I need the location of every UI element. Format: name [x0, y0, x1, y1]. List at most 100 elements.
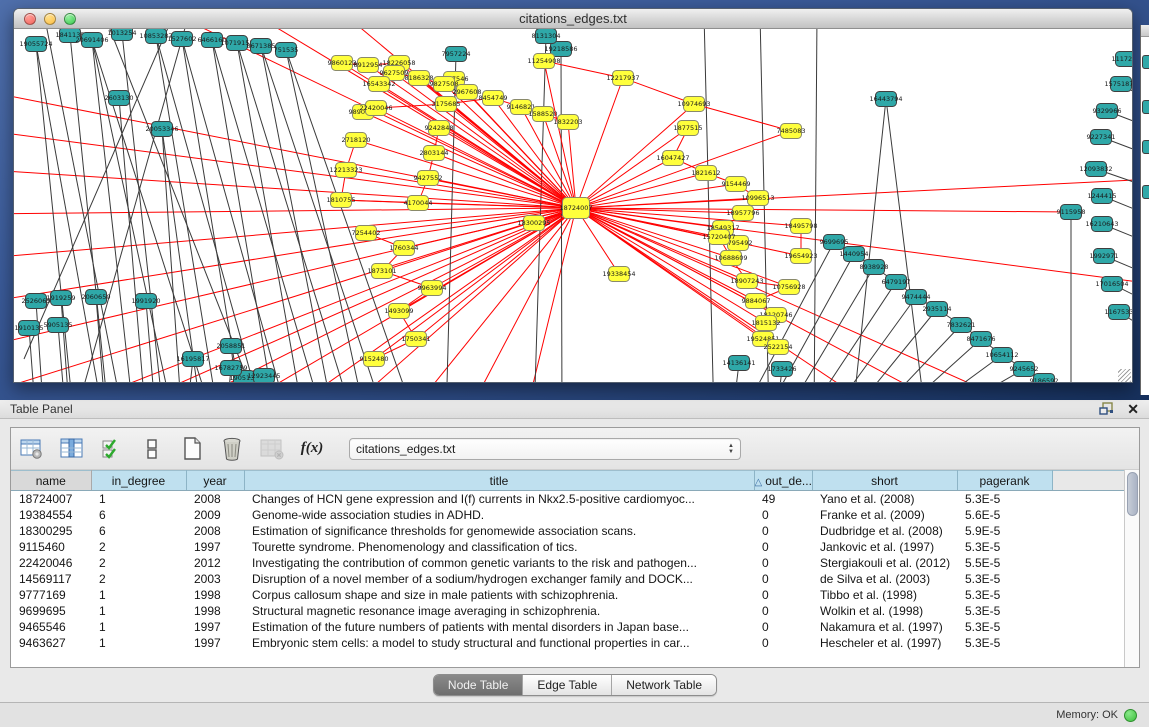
- cell-in-degree[interactable]: 2: [91, 555, 186, 571]
- table-selector-dropdown[interactable]: citations_edges.txt ▲▼: [349, 438, 741, 460]
- graph-node-751535[interactable]: 751535: [274, 43, 299, 58]
- cell-title[interactable]: Genome-wide association studies in ADHD.: [244, 507, 754, 523]
- cell-in-degree[interactable]: 2: [91, 539, 186, 555]
- graph-node-4170044[interactable]: 4170044: [404, 196, 433, 211]
- graph-node-9186592[interactable]: 9186592: [1030, 374, 1059, 384]
- cell-year[interactable]: 2003: [186, 571, 244, 587]
- graph-node-14136141[interactable]: 14136141: [722, 356, 755, 371]
- cell-out-degree[interactable]: 0: [754, 555, 812, 571]
- show-column-icon[interactable]: [59, 436, 85, 462]
- graph-node-19654923[interactable]: 19654923: [784, 249, 817, 264]
- graph-node-2718120[interactable]: 2718120: [342, 133, 371, 148]
- close-panel-icon[interactable]: ✕: [1127, 402, 1139, 416]
- graph-node-18495798[interactable]: 18495798: [784, 219, 817, 234]
- cell-pagerank[interactable]: 5.3E-5: [957, 491, 1052, 507]
- cell-name[interactable]: 9115460: [11, 539, 91, 555]
- graph-node-10654112[interactable]: 10654112: [985, 348, 1018, 363]
- cell-out-degree[interactable]: 0: [754, 523, 812, 539]
- cell-year[interactable]: 2008: [186, 491, 244, 507]
- graph-node-9963994[interactable]: 9963994: [418, 281, 447, 296]
- table-row[interactable]: 1938455462009Genome-wide association stu…: [11, 507, 1124, 523]
- table-row[interactable]: 911546021997Tourette syndrome. Phenomeno…: [11, 539, 1124, 555]
- graph-node-9227341[interactable]: 9227341: [1087, 130, 1116, 145]
- graph-node-6479197[interactable]: 6479197: [882, 275, 911, 290]
- graph-node-9699695[interactable]: 9699695: [820, 235, 849, 250]
- cell-in-degree[interactable]: 1: [91, 619, 186, 635]
- cell-year[interactable]: 2009: [186, 507, 244, 523]
- window-resize-grip[interactable]: [1118, 369, 1131, 382]
- table-row[interactable]: 1872400712008Changes of HCN gene express…: [11, 491, 1124, 507]
- cell-short[interactable]: Franke et al. (2009): [812, 507, 957, 523]
- cell-name[interactable]: 18724007: [11, 491, 91, 507]
- cell-in-degree[interactable]: 1: [91, 587, 186, 603]
- float-panel-icon[interactable]: [1099, 402, 1115, 416]
- cell-in-degree[interactable]: 1: [91, 491, 186, 507]
- graph-node-9115958[interactable]: 9115958: [1057, 205, 1086, 220]
- cell-out-degree[interactable]: 0: [754, 571, 812, 587]
- graph-node-1244415[interactable]: 1244415: [1088, 189, 1117, 204]
- graph-node-2060650[interactable]: 2060650: [82, 290, 111, 305]
- graph-node-1815132[interactable]: 1815132: [752, 316, 781, 331]
- graph-node-1440954[interactable]: 1440954: [840, 247, 869, 262]
- graph-node-3175685[interactable]: 3175685: [432, 97, 461, 112]
- new-table-icon[interactable]: [179, 436, 205, 462]
- delete-table-icon[interactable]: [219, 436, 245, 462]
- cell-out-degree[interactable]: 49: [754, 491, 812, 507]
- cell-title[interactable]: Tourette syndrome. Phenomenology and cla…: [244, 539, 754, 555]
- cell-pagerank[interactable]: 5.9E-5: [957, 523, 1052, 539]
- cell-pagerank[interactable]: 5.3E-5: [957, 635, 1052, 651]
- graph-node-19055724[interactable]: 19055724: [19, 37, 52, 52]
- graph-node-16210643[interactable]: 16210643: [1085, 217, 1118, 232]
- cell-in-degree[interactable]: 2: [91, 571, 186, 587]
- close-traffic-light-icon[interactable]: [24, 13, 36, 25]
- graph-node-7254402[interactable]: 7254402: [352, 226, 381, 241]
- graph-node-1013254[interactable]: 1013254: [108, 29, 137, 41]
- cell-pagerank[interactable]: 5.3E-5: [957, 539, 1052, 555]
- graph-node-1493099[interactable]: 1493099: [385, 304, 414, 319]
- graph-node-1117254[interactable]: 1117254: [1112, 52, 1132, 67]
- graph-node-8131304[interactable]: 8131304: [532, 29, 561, 44]
- cell-year[interactable]: 2012: [186, 555, 244, 571]
- column-header-short[interactable]: short: [812, 471, 957, 491]
- graph-node-1992971[interactable]: 1992971: [1090, 249, 1119, 264]
- cell-short[interactable]: Wolkin et al. (1998): [812, 603, 957, 619]
- column-header-pagerank[interactable]: pagerank: [957, 471, 1052, 491]
- cell-title[interactable]: Estimation of significance thresholds fo…: [244, 523, 754, 539]
- cell-short[interactable]: Tibbo et al. (1998): [812, 587, 957, 603]
- graph-node-7485083[interactable]: 7485083: [777, 124, 806, 139]
- graph-node-2603130[interactable]: 2603130: [105, 91, 134, 106]
- table-row[interactable]: 946362711997Embryonic stem cells: a mode…: [11, 635, 1124, 651]
- column-header-name[interactable]: name: [11, 471, 91, 491]
- cell-title[interactable]: Corpus callosum shape and size in male p…: [244, 587, 754, 603]
- cell-name[interactable]: 9463627: [11, 635, 91, 651]
- graph-node-9474444[interactable]: 9474444: [902, 290, 931, 305]
- column-header-year[interactable]: year: [186, 471, 244, 491]
- graph-node-1832203[interactable]: 1832203: [554, 115, 583, 130]
- select-all-icon[interactable]: [99, 436, 125, 462]
- cell-name[interactable]: 22420046: [11, 555, 91, 571]
- cell-name[interactable]: 18300295: [11, 523, 91, 539]
- graph-node-1919259[interactable]: 1919259: [47, 291, 76, 306]
- graph-node-8938928[interactable]: 8938928: [860, 260, 889, 275]
- graph-node-10996513[interactable]: 10996513: [741, 191, 774, 206]
- cell-name[interactable]: 9777169: [11, 587, 91, 603]
- table-row[interactable]: 1456911722003Disruption of a novel membe…: [11, 571, 1124, 587]
- graph-node-8671385[interactable]: 8671385: [247, 39, 276, 54]
- cell-out-degree[interactable]: 0: [754, 603, 812, 619]
- graph-node-1877515[interactable]: 1877515: [674, 121, 703, 136]
- tab-network-table[interactable]: Network Table: [612, 675, 716, 695]
- table-row[interactable]: 2242004622012Investigating the contribut…: [11, 555, 1124, 571]
- cell-in-degree[interactable]: 1: [91, 635, 186, 651]
- cell-year[interactable]: 1998: [186, 603, 244, 619]
- cell-title[interactable]: Disruption of a novel member of a sodium…: [244, 571, 754, 587]
- graph-node-16443794[interactable]: 16443794: [869, 92, 902, 107]
- table-panel-titlebar[interactable]: Table Panel ✕: [0, 400, 1149, 419]
- cell-title[interactable]: Estimation of the future numbers of pati…: [244, 619, 754, 635]
- cell-pagerank[interactable]: 5.5E-5: [957, 555, 1052, 571]
- graph-node-1991920[interactable]: 1991920: [132, 294, 161, 309]
- graph-node-1760344[interactable]: 1760344: [390, 241, 419, 256]
- cell-year[interactable]: 1998: [186, 587, 244, 603]
- graph-node-9245652[interactable]: 9245652: [1010, 362, 1039, 377]
- table-row[interactable]: 1830029562008Estimation of significance …: [11, 523, 1124, 539]
- function-builder-icon[interactable]: f(x): [299, 436, 325, 462]
